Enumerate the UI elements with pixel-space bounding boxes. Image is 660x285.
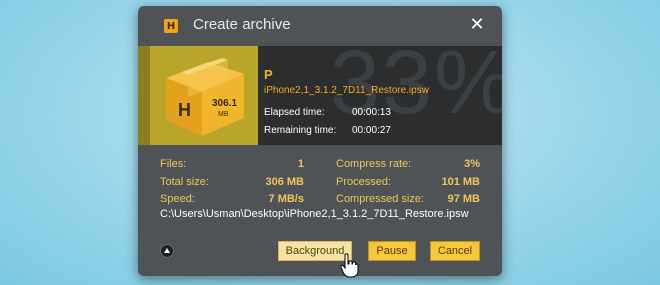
processed-value: 101 MB bbox=[441, 176, 480, 188]
archive-path: C:\Users\Usman\Desktop\iPhone2,1_3.1.2_7… bbox=[160, 208, 469, 220]
remaining-label: Remaining time: bbox=[264, 125, 337, 136]
files-label: Files: bbox=[160, 158, 187, 170]
hand-cursor-icon bbox=[340, 253, 359, 278]
pause-button[interactable]: Pause bbox=[368, 241, 416, 261]
total-size-value: 306 MB bbox=[265, 176, 304, 188]
progress-banner: 33% H 306.1 MB P iPhone2,1_3.1.2_7D11_Re… bbox=[138, 46, 502, 145]
box-letter: H bbox=[178, 100, 191, 120]
processed-label: Processed: bbox=[336, 176, 392, 188]
speed-label: Speed: bbox=[160, 193, 195, 205]
cancel-button[interactable]: Cancel bbox=[430, 241, 480, 261]
speed-value: 7 MB/s bbox=[268, 193, 304, 205]
compressed-size-value: 97 MB bbox=[447, 193, 480, 205]
box-unit: MB bbox=[218, 111, 229, 118]
close-icon[interactable]: ✕ bbox=[468, 16, 486, 34]
compress-rate-label: Compress rate: bbox=[336, 158, 412, 170]
compress-rate-value: 3% bbox=[464, 158, 480, 170]
dialog-title: Create archive bbox=[193, 16, 291, 33]
files-value: 1 bbox=[297, 158, 304, 170]
expand-details-icon[interactable] bbox=[160, 244, 174, 258]
elapsed-value: 00:00:13 bbox=[352, 107, 391, 118]
elapsed-label: Elapsed time: bbox=[264, 107, 325, 118]
total-size-label: Total size: bbox=[160, 176, 209, 188]
create-archive-dialog: H Create archive ✕ 33% H 306.1 MB P iPho… bbox=[138, 6, 502, 276]
banner-strip bbox=[138, 46, 150, 145]
remaining-value: 00:00:27 bbox=[352, 125, 391, 136]
titlebar: H Create archive ✕ bbox=[138, 6, 502, 46]
box-size: 306.1 bbox=[212, 98, 237, 109]
operation-status: P bbox=[264, 67, 273, 82]
compressed-size-label: Compressed size: bbox=[336, 193, 425, 205]
archive-box-icon: H 306.1 MB bbox=[166, 58, 244, 136]
app-logo-icon: H bbox=[164, 19, 178, 33]
current-file-name: iPhone2,1_3.1.2_7D11_Restore.ipsw bbox=[264, 85, 429, 96]
